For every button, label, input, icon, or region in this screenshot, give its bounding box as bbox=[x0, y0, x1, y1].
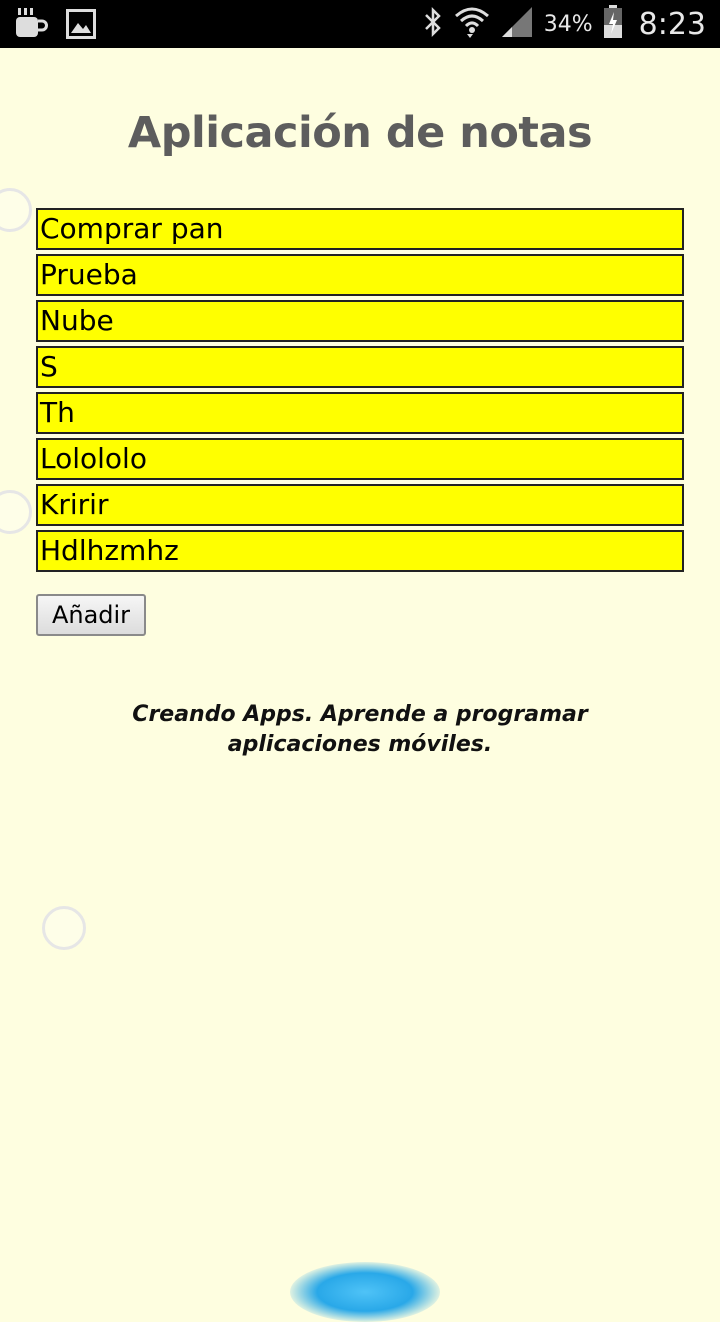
clock: 8:23 bbox=[638, 6, 706, 42]
note-item[interactable]: Nube bbox=[36, 300, 684, 342]
note-item[interactable]: Lolololo bbox=[36, 438, 684, 480]
battery-icon bbox=[603, 4, 623, 44]
bluetooth-icon bbox=[422, 6, 444, 43]
note-item[interactable]: Hdlhzmhz bbox=[36, 530, 684, 572]
note-item[interactable]: Kririr bbox=[36, 484, 684, 526]
edge-glow bbox=[290, 1262, 440, 1322]
notes-list: Comprar pan Prueba Nube S Th Lolololo Kr… bbox=[36, 208, 684, 576]
status-bar: 34% 8:23 bbox=[0, 0, 720, 48]
note-item[interactable]: S bbox=[36, 346, 684, 388]
note-item[interactable]: Prueba bbox=[36, 254, 684, 296]
touch-indicator bbox=[42, 906, 86, 950]
signal-icon bbox=[500, 5, 534, 44]
add-button[interactable]: Añadir bbox=[36, 594, 146, 636]
footer-text: Creando Apps. Aprende a programar aplica… bbox=[132, 702, 588, 757]
note-item[interactable]: Comprar pan bbox=[36, 208, 684, 250]
image-icon bbox=[66, 9, 96, 44]
battery-percent: 34% bbox=[543, 11, 593, 37]
page-title: Aplicación de notas bbox=[127, 108, 593, 158]
touch-indicator bbox=[0, 490, 32, 534]
touch-indicator bbox=[0, 188, 32, 232]
wifi-icon bbox=[454, 5, 490, 44]
note-item[interactable]: Th bbox=[36, 392, 684, 434]
coffee-icon bbox=[14, 8, 48, 45]
